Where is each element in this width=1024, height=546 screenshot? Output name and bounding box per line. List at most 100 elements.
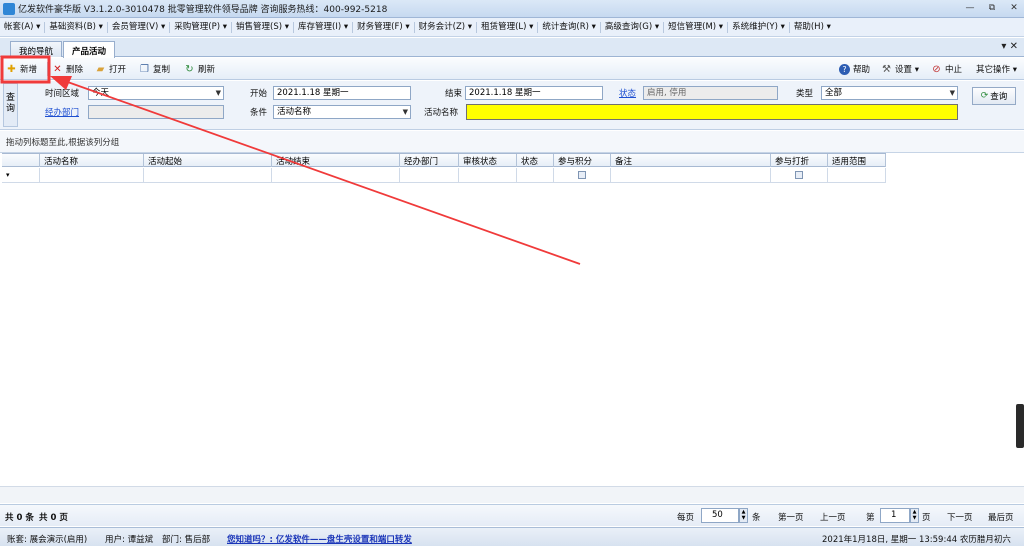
col-scope[interactable]: 适用范围 [828, 154, 886, 167]
time-range-select[interactable]: 今天 ▼ [88, 86, 224, 100]
dept-link[interactable]: 经办部门 [45, 106, 79, 118]
restore-icon[interactable]: ⧉ [986, 1, 998, 15]
cell-discount[interactable] [771, 168, 828, 183]
col-activity-end[interactable]: 活动结束 [272, 154, 400, 167]
menu-sales[interactable]: 销售管理(S) ▾ [232, 21, 295, 33]
start-date-input[interactable]: 2021.1.18 星期一 [273, 86, 411, 100]
menu-advanced-query[interactable]: 高级查询(G) ▾ [601, 21, 665, 33]
copy-button[interactable]: ❐ 复制 [139, 61, 170, 77]
menu-inventory[interactable]: 库存管理(I) ▾ [294, 21, 354, 33]
menu-system[interactable]: 系统维护(Y) ▾ [728, 21, 790, 33]
condition-value: 活动名称 [277, 107, 312, 117]
first-page-button[interactable]: 第一页 [778, 511, 804, 523]
menu-lease[interactable]: 租赁管理(L) ▾ [477, 21, 539, 33]
time-range-label: 时间区域 [45, 89, 80, 99]
menu-accounting[interactable]: 财务会计(Z) ▾ [415, 21, 478, 33]
activity-name-input[interactable] [466, 104, 958, 120]
total-items: 共 0 条 [5, 513, 34, 523]
tab-my-navigation[interactable]: 我的导航 [10, 41, 63, 57]
refresh-label: 刷新 [198, 65, 216, 75]
delete-label: 删除 [66, 65, 84, 75]
menu-basic-data[interactable]: 基础资料(B) ▾ [45, 21, 108, 33]
points-checkbox[interactable] [578, 171, 586, 179]
col-status[interactable]: 状态 [517, 154, 554, 167]
stop-button[interactable]: ⊘ 中止 [931, 61, 962, 77]
tip-link[interactable]: 您知道吗？: 亿发软件——盘生壳设置和端口转发 [227, 533, 412, 545]
app-logo-icon [3, 2, 15, 15]
col-points[interactable]: 参与积分 [554, 154, 611, 167]
cell-activity-end[interactable] [272, 168, 400, 183]
time-range-value: 今天 [92, 88, 110, 98]
grid-header: 活动名称 活动起始 活动结束 经办部门 审核状态 状态 参与积分 备注 参与打折… [2, 153, 886, 167]
end-label: 结束 [445, 89, 463, 99]
menu-member[interactable]: 会员管理(V) ▾ [108, 21, 171, 33]
toolbar: ✚ 新增 ✕ 删除 ▰ 打开 ❐ 复制 ↻ 刷新 ? 帮助 ⚒ 设置 ▾ ⊘ 中… [0, 58, 1024, 80]
menu-purchase[interactable]: 采购管理(P) ▾ [170, 21, 233, 33]
group-by-panel[interactable]: 拖动列标题至此,根据该列分组 [0, 131, 1024, 153]
query-button-label: 查询 [990, 92, 1008, 102]
discount-checkbox[interactable] [795, 171, 803, 179]
menu-statistics[interactable]: 统计查询(R) ▾ [538, 21, 601, 33]
per-page-input[interactable]: 50 [701, 508, 739, 523]
per-page-label: 每页 [677, 513, 695, 523]
query-button[interactable]: ⟳ 查询 [972, 87, 1016, 105]
status-field[interactable]: 启用, 停用 [643, 86, 778, 100]
dept-field[interactable] [88, 105, 224, 119]
page-input[interactable]: 1 [880, 508, 910, 523]
cell-remark[interactable] [611, 168, 771, 183]
col-remark[interactable]: 备注 [611, 154, 771, 167]
per-page-spinner[interactable]: ▲ ▼ [739, 508, 748, 523]
activity-name-label: 活动名称 [424, 108, 459, 118]
menu-account[interactable]: 帐套(A) ▾ [0, 21, 46, 33]
col-dept[interactable]: 经办部门 [400, 154, 459, 167]
minimize-icon[interactable]: — [964, 1, 976, 15]
query-side-label: 查询 [3, 83, 18, 127]
refresh-button[interactable]: ↻ 刷新 [184, 61, 215, 77]
col-discount[interactable]: 参与打折 [771, 154, 828, 167]
last-page-button[interactable]: 最后页 [988, 511, 1014, 523]
search-icon: ⟳ [980, 91, 989, 101]
col-audit-status[interactable]: 审核状态 [459, 154, 517, 167]
query-panel: 查询 时间区域 今天 ▼ 经办部门 开始 2021.1.18 星期一 条件 活动… [0, 81, 1024, 130]
cell-scope[interactable] [828, 168, 886, 183]
cell-points[interactable] [554, 168, 611, 183]
menu-help[interactable]: 帮助(H) ▾ [790, 22, 835, 33]
page-suffix: 页 [922, 513, 931, 523]
settings-label: 设置 ▾ [895, 65, 919, 75]
col-activity-start[interactable]: 活动起始 [144, 154, 272, 167]
next-page-button[interactable]: 下一页 [947, 511, 973, 523]
cell-activity-start[interactable] [144, 168, 272, 183]
col-activity-name[interactable]: 活动名称 [40, 154, 144, 167]
end-date-input[interactable]: 2021.1.18 星期一 [465, 86, 603, 100]
cell-status[interactable] [517, 168, 554, 183]
status-account: 账套: 展会演示(启用) [7, 535, 88, 545]
menu-sms[interactable]: 短信管理(M) ▾ [664, 21, 729, 33]
page-spinner[interactable]: ▲ ▼ [910, 508, 919, 523]
help-button[interactable]: ? 帮助 [839, 61, 870, 77]
open-label: 打开 [109, 65, 127, 75]
status-datetime: 2021年1月18日, 星期一 13:59:44 农历腊月初六 [822, 535, 1011, 545]
other-actions-button[interactable]: 其它操作 ▾ [976, 61, 1017, 77]
tab-close-icon[interactable]: ▾ ✕ [1001, 41, 1018, 52]
cell-activity-name[interactable] [40, 168, 144, 183]
settings-button[interactable]: ⚒ 设置 ▾ [881, 61, 919, 77]
condition-select[interactable]: 活动名称 ▼ [273, 105, 411, 119]
table-row[interactable]: ▾ [2, 168, 886, 183]
open-button[interactable]: ▰ 打开 [95, 61, 126, 77]
type-select[interactable]: 全部 ▼ [821, 86, 958, 100]
cell-audit-status[interactable] [459, 168, 517, 183]
floating-side-widget[interactable] [1016, 404, 1024, 448]
close-icon[interactable]: ✕ [1008, 1, 1020, 15]
help-label: 帮助 [853, 65, 871, 75]
horizontal-scrollbar[interactable] [0, 486, 1024, 503]
status-link[interactable]: 状态 [619, 87, 636, 99]
delete-button[interactable]: ✕ 删除 [52, 61, 83, 77]
tab-product-activity[interactable]: 产品活动 [63, 41, 116, 58]
window-controls: — ⧉ ✕ [964, 1, 1020, 15]
cell-dept[interactable] [400, 168, 459, 183]
menu-finance[interactable]: 财务管理(F) ▾ [353, 21, 415, 33]
condition-label: 条件 [250, 108, 268, 118]
prev-page-button[interactable]: 上一页 [820, 511, 846, 523]
title-bar: 亿发软件豪华版 V3.1.2.0-3010478 批零管理软件领导品牌 咨询服务… [0, 0, 1024, 18]
add-button[interactable]: ✚ 新增 [6, 61, 37, 77]
